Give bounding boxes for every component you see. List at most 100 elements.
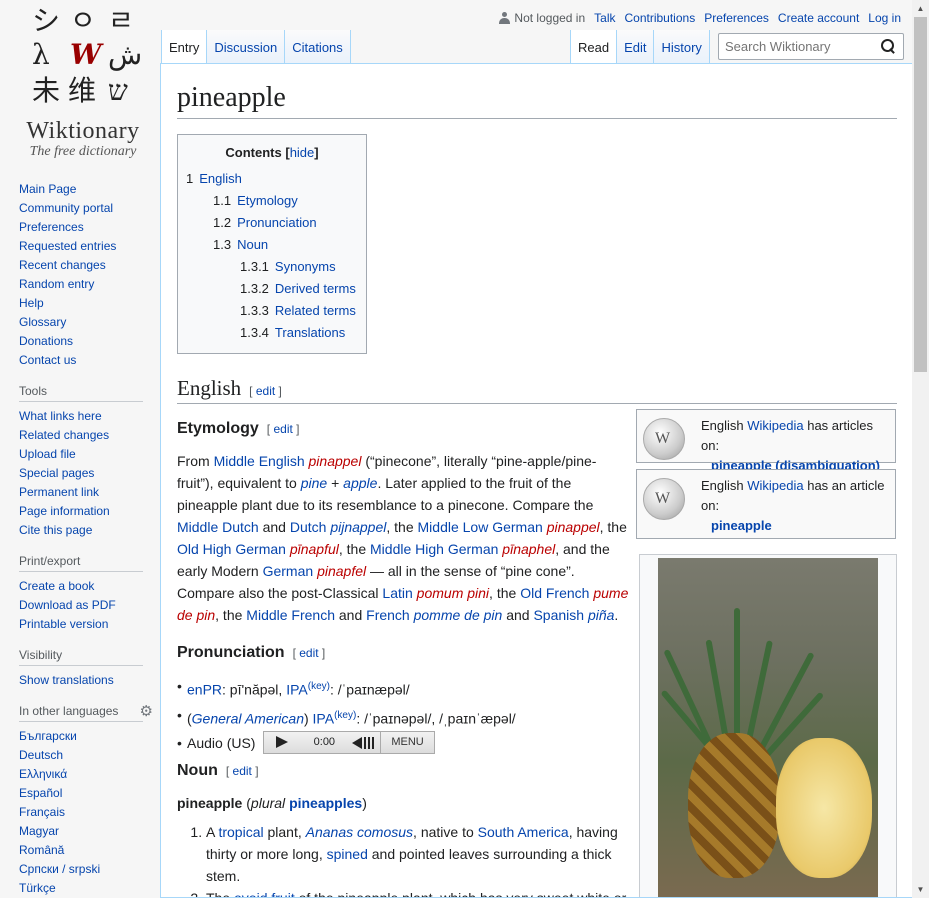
tools-item-upload-file[interactable]: Upload file: [19, 447, 76, 461]
scrollbar-thumb[interactable]: [914, 17, 927, 372]
print-item-printable-version[interactable]: Printable version: [19, 617, 108, 631]
logo-glyphs: シ ㅇ ㄹ λ W ش 未 维 ש: [32, 4, 143, 107]
sidebar-item-help[interactable]: Help: [19, 296, 44, 310]
audio-time: 0:00: [313, 736, 336, 749]
etymology-heading: Etymology[ edit ]: [177, 420, 300, 437]
sidebar: Main Page Community portal Preferences Requ…: [0, 180, 160, 898]
scroll-down-arrow-icon[interactable]: ▼: [912, 881, 929, 898]
wikipedia-box-disambiguation: English Wikipedia has articles on:pineap…: [636, 409, 896, 473]
noun-headword: pineapple (plural pineapples): [177, 795, 367, 811]
tab-read[interactable]: Read: [571, 30, 618, 64]
wp-article-link[interactable]: pineapple: [701, 516, 893, 536]
log-in-link[interactable]: Log in: [868, 11, 901, 25]
sidebar-tools: Tools What links here Related changes Uplo…: [0, 384, 160, 540]
pineapple-photo[interactable]: [658, 558, 878, 897]
sidebar-item-community-portal[interactable]: Community portal: [19, 201, 113, 215]
contributions-link[interactable]: Contributions: [624, 11, 695, 25]
tab-citations[interactable]: Citations: [285, 30, 351, 64]
toc-item[interactable]: 1.1 Etymology: [186, 190, 358, 212]
english-heading: English[ edit ]: [177, 376, 897, 404]
print-item-download-as-pdf[interactable]: Download as PDF: [19, 598, 116, 612]
table-of-contents: Contents [hide] 1 English 1.1 Etymology 1.2 P…: [177, 134, 367, 354]
print-item-create-a-book[interactable]: Create a book: [19, 579, 94, 593]
language-item-espa-ol[interactable]: Español: [19, 786, 62, 800]
toc-item[interactable]: 1.3.3 Related terms: [186, 300, 358, 322]
tab-edit[interactable]: Edit: [617, 30, 655, 64]
tools-item-page-information[interactable]: Page information: [19, 504, 110, 518]
edit-etymology[interactable]: edit: [273, 422, 292, 436]
etymology-text: From Middle English pinappel (“pinecone”…: [177, 453, 629, 623]
edit-noun[interactable]: edit: [233, 764, 252, 778]
search-icon[interactable]: [881, 39, 895, 53]
not-logged-in: Not logged in: [499, 11, 585, 25]
print-heading: Print/export: [19, 554, 143, 572]
search-input[interactable]: [725, 34, 875, 59]
toc-item[interactable]: 1.2 Pronunciation: [186, 212, 358, 234]
vertical-scrollbar[interactable]: ▲ ▼: [912, 0, 929, 898]
sidebar-item-requested-entries[interactable]: Requested entries: [19, 239, 116, 253]
toc-item[interactable]: 1.3 Noun: [186, 234, 358, 256]
toc-item[interactable]: 1.3.4 Translations: [186, 322, 358, 344]
play-icon[interactable]: [264, 732, 298, 753]
tools-heading: Tools: [19, 384, 143, 402]
sidebar-item-glossary[interactable]: Glossary: [19, 315, 66, 329]
tools-item-related-changes[interactable]: Related changes: [19, 428, 109, 442]
sidebar-item-preferences[interactable]: Preferences: [19, 220, 84, 234]
toc-item[interactable]: 1.3.2 Derived terms: [186, 278, 358, 300]
sidebar-navigation: Main Page Community portal Preferences Requ…: [0, 180, 160, 370]
sidebar-item-recent-changes[interactable]: Recent changes: [19, 258, 106, 272]
create-account-link[interactable]: Create account: [778, 11, 859, 25]
sidebar-item-donations[interactable]: Donations: [19, 334, 73, 348]
tab-entry[interactable]: Entry: [162, 30, 208, 64]
plural-link[interactable]: pineapples: [289, 795, 362, 811]
namespace-tabs: Entry Discussion Citations: [161, 30, 351, 64]
pron-enpr: enPR: pīʹnăpəl, IPA(key): /ˈpaɪnæpəl/: [177, 674, 632, 703]
tools-item-permanent-link[interactable]: Permanent link: [19, 485, 99, 499]
pronunciation-heading: Pronunciation[ edit ]: [177, 644, 326, 661]
toc-item[interactable]: 1 English: [186, 168, 358, 190]
language-item-magyar[interactable]: Magyar: [19, 824, 59, 838]
language-item-t-rk-e[interactable]: Türkçe: [19, 881, 56, 895]
wikipedia-box-article: English Wikipedia has an article on:pine…: [636, 469, 896, 539]
tools-item-cite-this-page[interactable]: Cite this page: [19, 523, 92, 537]
gear-icon[interactable]: ⚙: [140, 702, 153, 720]
view-tabs: Read Edit History: [570, 30, 710, 64]
toc-item[interactable]: 1.3.1 Synonyms: [186, 256, 358, 278]
wikipedia-link[interactable]: Wikipedia: [747, 478, 803, 493]
pron-ga: (General American) IPA(key): /ˈpaɪnəpəl/…: [177, 703, 632, 732]
visibility-heading: Visibility: [19, 648, 143, 666]
user-icon: [499, 12, 511, 24]
logo-tagline: The free dictionary: [29, 144, 137, 159]
edit-pronunciation[interactable]: edit: [299, 646, 318, 660]
tools-item-special-pages[interactable]: Special pages: [19, 466, 94, 480]
visibility-item-show-translations[interactable]: Show translations: [19, 673, 114, 687]
sidebar-item-contact-us[interactable]: Contact us: [19, 353, 76, 367]
audio-menu-button[interactable]: MENU: [380, 732, 433, 754]
language-item-2[interactable]: Ελληνικά: [19, 767, 67, 781]
toc-title: Contents [hide]: [225, 145, 319, 160]
talk-link[interactable]: Talk: [594, 11, 615, 25]
scroll-up-arrow-icon[interactable]: ▲: [912, 0, 929, 17]
definition-2: The ovoid fruit of the pineapple plant, …: [206, 887, 636, 897]
language-item-0[interactable]: Български: [19, 729, 77, 743]
wiktionary-logo[interactable]: シ ㅇ ㄹ λ W ش 未 维 ש Wiktionary The free di…: [10, 4, 155, 164]
language-item-srpski[interactable]: Српски / srpski: [19, 862, 100, 876]
language-item-deutsch[interactable]: Deutsch: [19, 748, 63, 762]
sidebar-item-main-page[interactable]: Main Page: [19, 182, 76, 196]
sidebar-item-random-entry[interactable]: Random entry: [19, 277, 94, 291]
pronunciation-list: enPR: pīʹnăpəl, IPA(key): /ˈpaɪnæpəl/ (G…: [177, 674, 632, 756]
tools-item-what-links-here[interactable]: What links here: [19, 409, 102, 423]
audio-player: 0:00 MENU: [263, 731, 435, 755]
sidebar-print: Print/export Create a book Download as PD…: [0, 554, 160, 634]
sidebar-languages: In other languages ⚙ Български Deutsch Ελλη…: [0, 702, 160, 898]
tab-history[interactable]: History: [654, 30, 710, 64]
wikipedia-link[interactable]: Wikipedia: [747, 418, 803, 433]
volume-icon[interactable]: [350, 732, 380, 753]
preferences-link[interactable]: Preferences: [704, 11, 769, 25]
language-item-fran-ais[interactable]: Français: [19, 805, 65, 819]
main-content: pineapple Contents [hide] 1 English 1.1 Ety…: [160, 63, 912, 898]
language-item-rom-n[interactable]: Română: [19, 843, 64, 857]
toc-hide-link[interactable]: hide: [290, 145, 315, 160]
tab-discussion[interactable]: Discussion: [207, 30, 286, 64]
page-title: pineapple: [177, 82, 897, 119]
